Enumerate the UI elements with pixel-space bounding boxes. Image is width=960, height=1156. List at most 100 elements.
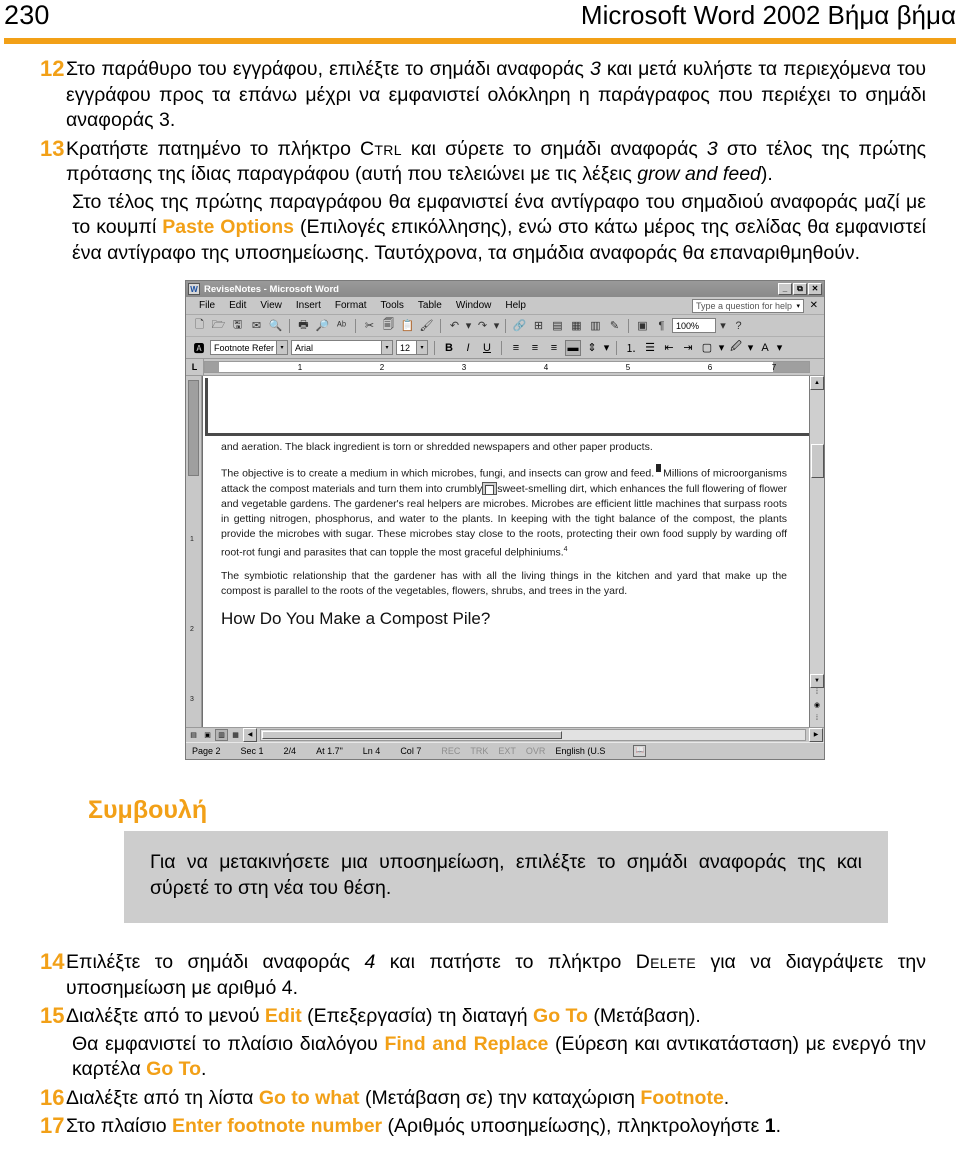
drawing-icon[interactable]: ✎ [606, 317, 623, 334]
footnote-reference-mark[interactable] [656, 464, 662, 472]
footnote-superscript[interactable]: 4 [564, 546, 568, 553]
close-icon[interactable]: ✕ [810, 300, 818, 311]
vertical-scrollbar[interactable]: ▲ ▼ ⁞ ◉ ⁞ [809, 376, 824, 727]
justify-icon[interactable]: ▬ [565, 339, 581, 356]
menu-help[interactable]: Help [498, 299, 533, 312]
open-icon[interactable]: 🗁 [210, 317, 227, 334]
styles-and-formatting-icon[interactable]: 🅰 [191, 340, 207, 356]
show-formatting-icon[interactable]: ¶ [653, 317, 670, 334]
scroll-left-button[interactable]: ◀ [243, 728, 257, 742]
restore-button[interactable]: ⧉ [793, 283, 807, 295]
bulleted-list-icon[interactable]: ☰ [642, 340, 658, 356]
spelling-icon[interactable]: ᴬᵇ [333, 317, 350, 334]
document-text[interactable]: and aeration. The black ingredient is to… [203, 436, 809, 630]
search-icon[interactable]: 🔍 [267, 317, 284, 334]
chevron-down-icon[interactable]: ▾ [603, 340, 610, 356]
align-right-icon[interactable]: ≡ [546, 340, 562, 356]
hyperlink-icon[interactable]: 🔗 [511, 317, 528, 334]
chevron-down-icon[interactable]: ▾ [776, 340, 783, 356]
normal-view-icon[interactable]: ▤ [187, 729, 200, 741]
decrease-indent-icon[interactable]: ⇤ [661, 340, 677, 356]
style-combo[interactable]: Footnote Refer ▾ [210, 340, 288, 355]
menu-table[interactable]: Table [411, 299, 449, 312]
next-page-icon[interactable]: ⁞ [811, 714, 823, 725]
menu-insert[interactable]: Insert [289, 299, 328, 312]
paste-options-icon[interactable] [482, 481, 498, 495]
tab-selector-button[interactable]: L [186, 359, 204, 375]
chevron-down-icon[interactable]: ▾ [796, 302, 800, 310]
horizontal-ruler[interactable]: 1 2 3 4 5 6 7 [204, 361, 810, 373]
ask-a-question-input[interactable]: Type a question for help ▾ [692, 299, 804, 313]
bold-button[interactable]: B [441, 340, 457, 356]
outline-view-icon[interactable]: ▦ [229, 729, 242, 741]
status-language[interactable]: English (U.S [555, 746, 605, 756]
copy-icon[interactable]: 🗐 [380, 317, 397, 334]
chevron-down-icon[interactable]: ▾ [718, 340, 725, 356]
insert-table-icon[interactable]: ▤ [549, 317, 566, 334]
scroll-up-button[interactable]: ▲ [810, 376, 824, 390]
email-icon[interactable]: ✉ [248, 317, 265, 334]
redo-icon[interactable]: ↷ [474, 317, 491, 334]
line-spacing-icon[interactable]: ⇕ [584, 340, 600, 356]
close-button[interactable]: ✕ [808, 283, 822, 295]
columns-icon[interactable]: ▥ [587, 317, 604, 334]
print-preview-icon[interactable]: 🔎 [314, 317, 331, 334]
align-center-icon[interactable]: ≡ [527, 340, 543, 356]
help-icon[interactable]: ? [730, 317, 747, 334]
web-layout-view-icon[interactable]: ▣ [201, 729, 214, 741]
status-mode-ext[interactable]: EXT [498, 746, 516, 756]
vertical-scroll-thumb[interactable] [810, 444, 824, 478]
menu-tools[interactable]: Tools [374, 299, 411, 312]
format-painter-icon[interactable]: 🖌 [418, 317, 435, 334]
chevron-down-icon[interactable]: ▾ [416, 341, 427, 354]
status-mode-rec[interactable]: REC [441, 746, 460, 756]
align-left-icon[interactable]: ≡ [508, 340, 524, 356]
chevron-down-icon[interactable]: ▾ [747, 340, 754, 356]
chevron-down-icon[interactable]: ▾ [465, 317, 472, 334]
menu-view[interactable]: View [253, 299, 289, 312]
new-document-icon[interactable]: 🗋 [191, 317, 208, 334]
font-size-combo[interactable]: 12 ▾ [396, 340, 428, 355]
paste-icon[interactable]: 📋 [399, 317, 416, 334]
save-icon[interactable]: 🖫 [229, 317, 246, 334]
chevron-down-icon[interactable]: ▾ [718, 317, 728, 334]
spelling-status-icon[interactable]: 📖 [633, 745, 647, 757]
scroll-down-button[interactable]: ▼ [810, 674, 824, 688]
print-layout-view-icon[interactable]: ▥ [215, 729, 228, 741]
increase-indent-icon[interactable]: ⇥ [680, 340, 696, 356]
chevron-down-icon[interactable]: ▾ [381, 341, 392, 354]
status-page: Page 2 [192, 746, 221, 756]
print-icon[interactable]: 🖶 [295, 317, 312, 334]
select-browse-object-icon[interactable]: ◉ [811, 701, 823, 712]
underline-button[interactable]: U [479, 340, 495, 356]
zoom-combo[interactable]: 100% [672, 318, 716, 333]
vertical-ruler[interactable]: 1 2 3 [186, 376, 202, 727]
chevron-down-icon[interactable]: ▾ [493, 317, 500, 334]
menu-format[interactable]: Format [328, 299, 374, 312]
menu-window[interactable]: Window [449, 299, 499, 312]
text-run: . [723, 1086, 730, 1109]
numbered-list-icon[interactable]: ⒈ [623, 340, 639, 356]
status-mode-ovr[interactable]: OVR [526, 746, 546, 756]
italic-button[interactable]: I [460, 340, 476, 356]
borders-icon[interactable]: ▢ [699, 340, 715, 356]
cut-icon[interactable]: ✂ [361, 317, 378, 334]
minimize-button[interactable]: _ [778, 283, 792, 295]
menu-file[interactable]: File [192, 299, 222, 312]
horizontal-scroll-track[interactable] [260, 729, 806, 741]
chevron-down-icon[interactable]: ▾ [276, 341, 287, 354]
word-document-icon [188, 283, 200, 295]
document-page[interactable]: and aeration. The black ingredient is to… [202, 376, 809, 727]
undo-icon[interactable]: ↶ [446, 317, 463, 334]
horizontal-scroll-thumb[interactable] [262, 731, 562, 739]
previous-page-icon[interactable]: ⁞ [811, 688, 823, 699]
scroll-right-button[interactable]: ▶ [809, 728, 823, 742]
insert-excel-sheet-icon[interactable]: ▦ [568, 317, 585, 334]
font-color-icon[interactable]: A [757, 340, 773, 356]
highlight-icon[interactable]: 🖉 [728, 340, 744, 356]
menu-edit[interactable]: Edit [222, 299, 253, 312]
tables-and-borders-icon[interactable]: ⊞ [530, 317, 547, 334]
font-combo[interactable]: Arial ▾ [291, 340, 393, 355]
document-map-icon[interactable]: ▣ [634, 317, 651, 334]
status-mode-trk[interactable]: TRK [470, 746, 488, 756]
